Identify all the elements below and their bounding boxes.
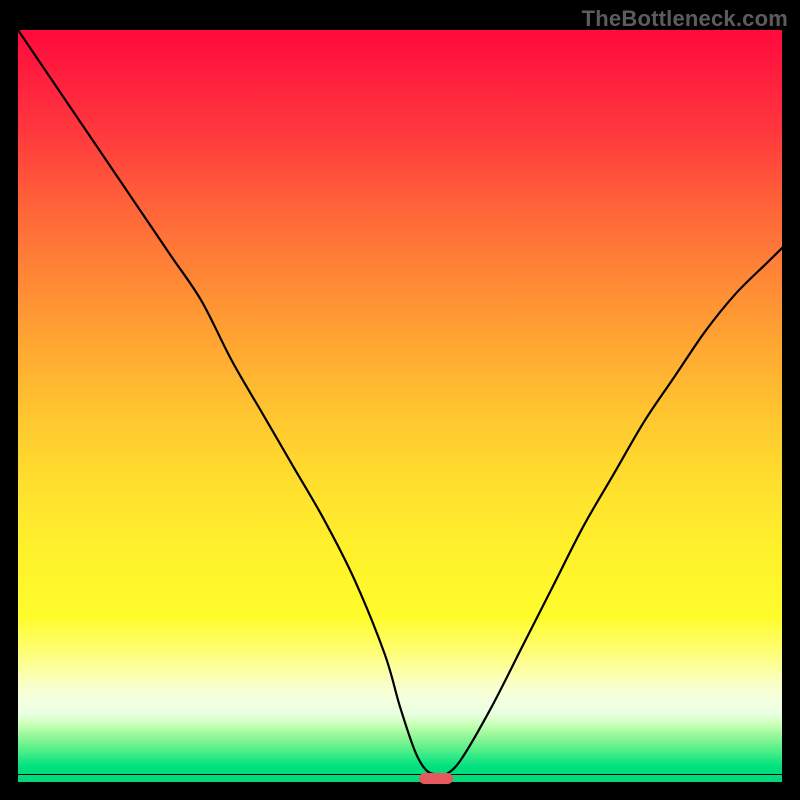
baseline: [18, 774, 782, 776]
bottleneck-curve: [18, 30, 782, 782]
watermark-text: TheBottleneck.com: [582, 6, 788, 32]
plot-area: [18, 30, 782, 782]
chart-frame: TheBottleneck.com: [0, 0, 800, 800]
minimum-marker: [419, 773, 453, 784]
